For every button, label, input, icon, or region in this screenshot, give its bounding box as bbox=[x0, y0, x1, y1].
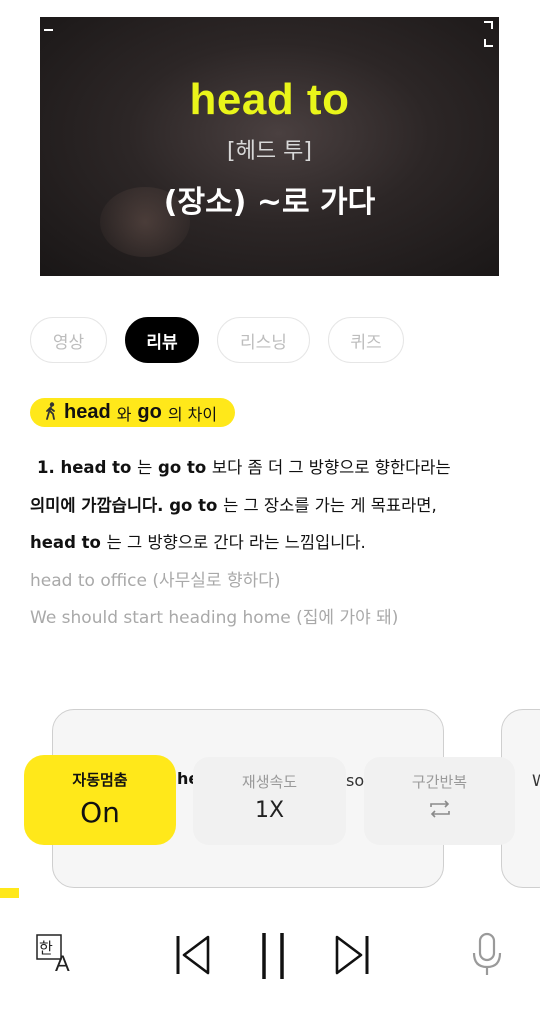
playback-speed-value: 1X bbox=[254, 798, 285, 823]
card-peek-text-right: so bbox=[346, 771, 365, 790]
topic-tag: head 와 go 의 차이 bbox=[30, 398, 236, 427]
section-repeat-label: 구간반복 bbox=[411, 773, 468, 791]
playback-speed-button[interactable]: 재생속도 1X bbox=[193, 757, 346, 845]
auto-pause-toggle[interactable]: 자동멈춤 On bbox=[24, 755, 176, 845]
tag-connector: 와 bbox=[116, 404, 132, 424]
microphone-icon[interactable] bbox=[470, 932, 504, 982]
tab-video[interactable]: 영상 bbox=[30, 317, 107, 363]
tab-bar: 영상 리뷰 리스닝 퀴즈 bbox=[30, 317, 422, 363]
tab-quiz[interactable]: 퀴즈 bbox=[328, 317, 404, 363]
video-player[interactable]: head to [헤드 투] (장소) ~로 가다 bbox=[40, 17, 499, 276]
tag-word-1: head bbox=[64, 401, 111, 423]
tab-review[interactable]: 리뷰 bbox=[125, 317, 199, 363]
video-corner-mark bbox=[44, 29, 53, 31]
explanation-line-3: head to 는 그 방향으로 간다 라는 느낌입니다. bbox=[30, 533, 366, 552]
tab-listening[interactable]: 리스닝 bbox=[217, 317, 310, 363]
translate-icon[interactable]: 한 A bbox=[36, 934, 76, 978]
playback-speed-label: 재생속도 bbox=[241, 773, 298, 791]
fullscreen-icon[interactable] bbox=[481, 21, 493, 47]
explanation-line-1: 1. head to 는 go to 보다 좀 더 그 방향으로 향한다라는 bbox=[37, 458, 451, 477]
tag-suffix: 의 차이 bbox=[167, 404, 218, 424]
explanation-line-2: 의미에 가깝습니다. go to 는 그 장소를 가는 게 목표라면, bbox=[30, 496, 437, 515]
video-meaning: (장소) ~로 가다 bbox=[163, 185, 376, 220]
walking-person-icon bbox=[44, 401, 58, 424]
repeat-icon bbox=[364, 798, 515, 824]
svg-text:A: A bbox=[55, 951, 70, 974]
example-1: head to office (사무실로 향하다) bbox=[30, 571, 281, 591]
svg-text:한: 한 bbox=[39, 939, 53, 957]
card-peek-text-edge: W bbox=[532, 771, 540, 790]
video-word: head to bbox=[189, 75, 350, 124]
auto-pause-value: On bbox=[80, 796, 120, 829]
section-repeat-button[interactable]: 구간반복 bbox=[364, 757, 515, 845]
video-pronunciation: [헤드 투] bbox=[227, 139, 312, 164]
previous-icon[interactable] bbox=[175, 934, 211, 980]
tag-word-2: go bbox=[137, 401, 162, 423]
pause-icon[interactable] bbox=[259, 932, 287, 984]
next-icon[interactable] bbox=[334, 934, 370, 980]
example-2: We should start heading home (집에 가야 돼) bbox=[30, 608, 399, 628]
auto-pause-label: 자동멈춤 bbox=[72, 771, 128, 789]
progress-marker bbox=[0, 888, 19, 898]
